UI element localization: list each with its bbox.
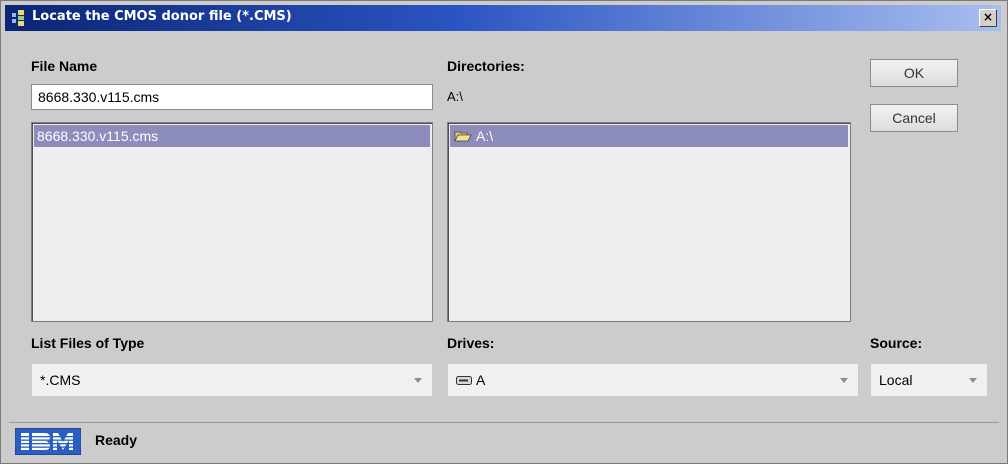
drives-value: A bbox=[476, 372, 486, 388]
status-text: Ready bbox=[95, 432, 138, 448]
file-list-item[interactable]: 8668.330.v115.cms bbox=[34, 125, 430, 147]
dialog-window: Locate the CMOS donor file (*.CMS) × Fil… bbox=[0, 0, 1008, 464]
file-name-label: File Name bbox=[31, 58, 98, 74]
chevron-down-icon bbox=[414, 378, 422, 383]
file-type-dropdown[interactable]: *.CMS bbox=[31, 363, 433, 397]
file-list[interactable]: 8668.330.v115.cms bbox=[31, 122, 433, 322]
source-value: Local bbox=[879, 372, 913, 388]
ok-button[interactable]: OK bbox=[870, 59, 958, 87]
close-button[interactable]: × bbox=[979, 9, 997, 27]
directory-item-label: A:\ bbox=[476, 128, 494, 144]
title-bar[interactable]: Locate the CMOS donor file (*.CMS) × bbox=[5, 5, 1001, 31]
file-type-value: *.CMS bbox=[40, 372, 81, 388]
open-folder-icon bbox=[454, 131, 472, 142]
directories-label: Directories: bbox=[447, 58, 525, 74]
drive-icon bbox=[456, 376, 472, 385]
file-name-input[interactable]: 8668.330.v115.cms bbox=[31, 84, 433, 110]
source-label: Source: bbox=[870, 335, 923, 351]
source-dropdown[interactable]: Local bbox=[870, 363, 988, 397]
drives-label: Drives: bbox=[447, 335, 495, 351]
directory-list[interactable]: A:\ bbox=[447, 122, 851, 322]
status-bar: Ready bbox=[9, 422, 999, 458]
cancel-button[interactable]: Cancel bbox=[870, 104, 958, 132]
window-title: Locate the CMOS donor file (*.CMS) bbox=[32, 9, 292, 24]
directory-list-item[interactable]: A:\ bbox=[450, 125, 848, 147]
current-directory-path: A:\ bbox=[447, 89, 463, 104]
chevron-down-icon bbox=[840, 378, 848, 383]
ibm-logo bbox=[15, 428, 81, 455]
drives-dropdown[interactable]: A bbox=[447, 363, 859, 397]
chevron-down-icon bbox=[969, 378, 977, 383]
app-icon bbox=[12, 10, 24, 26]
file-type-label: List Files of Type bbox=[31, 335, 145, 351]
